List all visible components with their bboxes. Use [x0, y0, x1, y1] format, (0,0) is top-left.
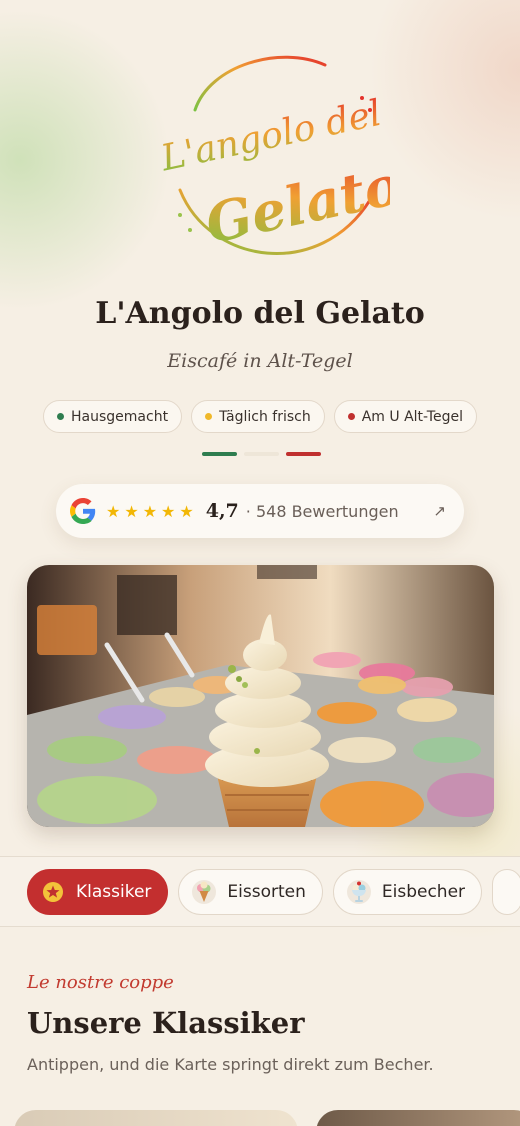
yellow-dot-icon [205, 413, 213, 420]
tab-label: Klassiker [76, 882, 152, 902]
flag-stripe-red [286, 452, 321, 456]
highlight-label: Täglich frisch [219, 408, 311, 425]
ice-cream-cone-icon [192, 880, 217, 904]
hero-image [27, 565, 494, 827]
section-description: Antippen, und die Karte springt direkt z… [27, 1055, 434, 1074]
tab-klassiker[interactable]: Klassiker [27, 869, 169, 915]
red-dot-icon [347, 413, 355, 420]
star-icon [43, 882, 63, 902]
tab-eisbecher[interactable]: Eisbecher [332, 869, 483, 915]
rating-score: 4,7 [205, 500, 239, 522]
sundae-icon [346, 880, 371, 904]
highlight-pills: Hausgemacht Täglich frisch Am U Alt-Tege… [0, 400, 520, 433]
star-icon: ★ [124, 501, 139, 521]
tab-eissorten[interactable]: Eissorten [178, 869, 323, 915]
italian-flag-divider [202, 452, 321, 456]
page-subtitle: Eiscafé in Alt-Tegel [167, 350, 353, 372]
highlight-label: Am U Alt-Tegel [361, 408, 463, 425]
star-icon: ★ [179, 501, 194, 521]
external-link-icon: ↗ [433, 502, 446, 520]
page-title: L'Angolo del Gelato [95, 296, 425, 331]
highlight-label: Hausgemacht [71, 408, 169, 425]
tab-label: Eisbecher [381, 882, 466, 902]
star-rating: ★ ★ ★ ★ ★ [106, 502, 194, 521]
tab-more-partial[interactable] [492, 869, 520, 915]
section-title: Unsere Klassiker [27, 1006, 305, 1040]
logo-text-bottom: Gelato [200, 152, 390, 256]
flag-stripe-white [244, 452, 279, 456]
google-g-icon [70, 498, 96, 524]
menu-card-peek[interactable] [14, 1110, 298, 1126]
review-count: · 548 Bewertungen [245, 501, 399, 521]
category-tab-bar: Klassiker Eissorten Eisbecher [0, 856, 520, 927]
star-icon: ★ [142, 501, 158, 521]
section-kicker: Le nostre coppe [27, 972, 174, 993]
star-icon: ★ [106, 501, 121, 521]
star-icon: ★ [161, 501, 176, 521]
highlight-pill-homemade: Hausgemacht [43, 400, 183, 433]
menu-card-peek[interactable] [316, 1110, 520, 1126]
highlight-pill-location: Am U Alt-Tegel [333, 400, 477, 433]
highlight-pill-fresh: Täglich frisch [191, 400, 325, 433]
green-dot-icon [57, 413, 65, 420]
google-rating-button[interactable]: ★ ★ ★ ★ ★ 4,7 · 548 Bewertungen ↗ [56, 484, 464, 538]
brand-logo: L'angolo del Gelato [157, 55, 390, 256]
tab-label: Eissorten [227, 882, 306, 902]
flag-stripe-green [202, 452, 237, 456]
